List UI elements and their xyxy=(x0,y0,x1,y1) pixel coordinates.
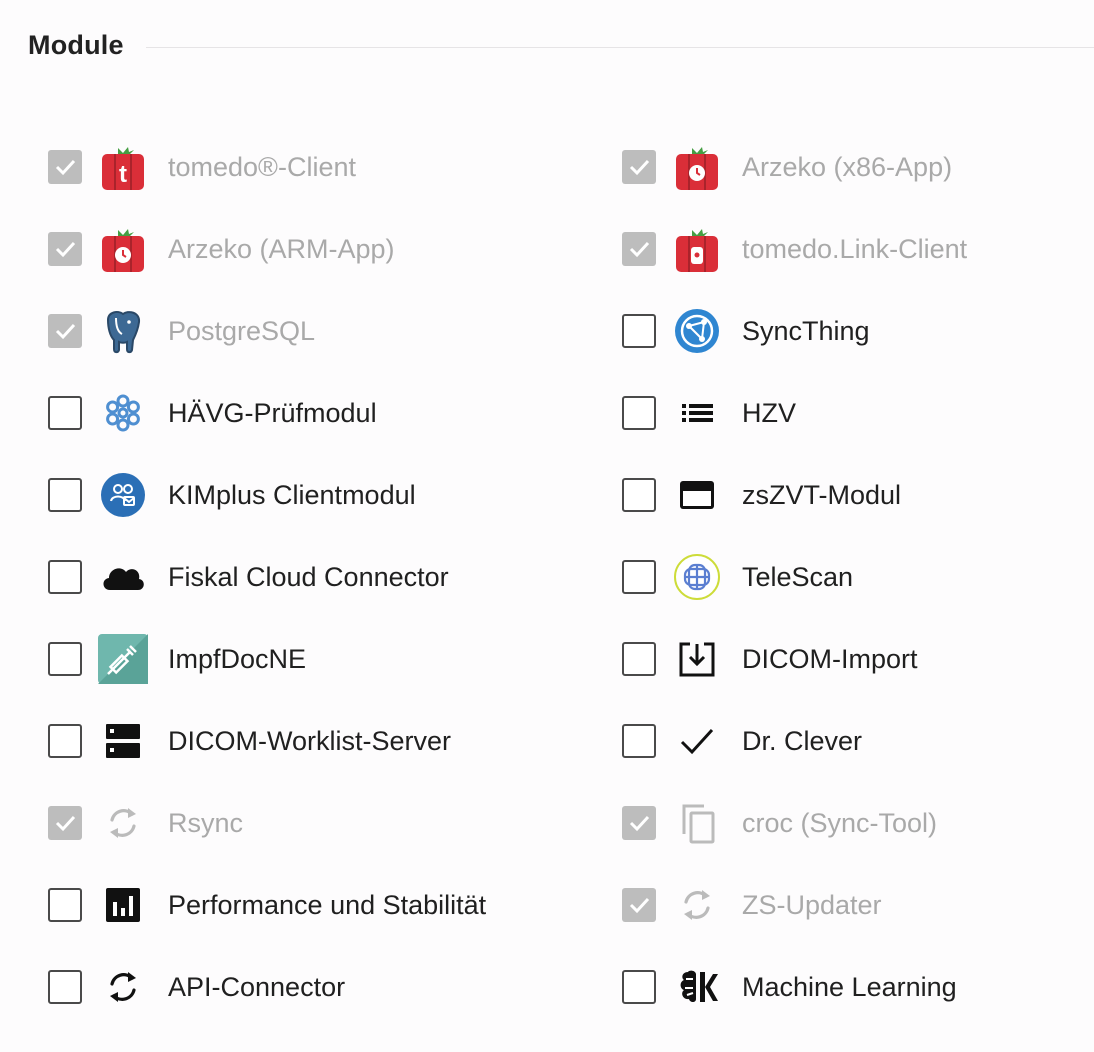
module-label: tomedo®-Client xyxy=(168,151,356,182)
module-item[interactable]: Dr. Clever xyxy=(622,700,1082,782)
module-item[interactable]: HÄVG-Prüfmodul xyxy=(48,372,508,454)
module-checkbox[interactable] xyxy=(622,724,656,758)
module-label: ImpfDocNE xyxy=(168,643,307,674)
module-label: DICOM-Import xyxy=(742,643,918,674)
module-label: Arzeko (ARM-App) xyxy=(168,233,395,264)
modules-section-header: Module xyxy=(28,26,1094,64)
module-label: SyncThing xyxy=(742,315,870,346)
server-icon xyxy=(98,716,148,766)
module-item[interactable]: SyncThing xyxy=(622,290,1082,372)
module-checkbox[interactable] xyxy=(48,642,82,676)
module-item: tomedo.Link-Client xyxy=(622,208,1082,290)
section-title: Module xyxy=(28,29,124,60)
module-checkbox xyxy=(48,232,82,266)
tomedo-link-icon xyxy=(672,224,722,274)
import-box-icon xyxy=(672,634,722,684)
tomedo-t-icon: t xyxy=(98,142,148,192)
module-checkbox[interactable] xyxy=(622,560,656,594)
tomedo-clock-icon xyxy=(98,224,148,274)
sync-arrows-icon xyxy=(98,798,148,848)
module-label: HZV xyxy=(742,397,796,428)
module-label: tomedo.Link-Client xyxy=(742,233,968,264)
module-checkbox[interactable] xyxy=(48,396,82,430)
copy-icon xyxy=(672,798,722,848)
module-checkbox xyxy=(622,150,656,184)
module-item: Rsync xyxy=(48,782,508,864)
module-checkbox xyxy=(48,150,82,184)
module-item[interactable]: zsZVT-Modul xyxy=(622,454,1082,536)
module-item[interactable]: API-Connector xyxy=(48,946,508,1028)
module-item[interactable]: Performance und Stabilität xyxy=(48,864,508,946)
module-item[interactable]: HZV xyxy=(622,372,1082,454)
module-item[interactable]: DICOM-Worklist-Server xyxy=(48,700,508,782)
module-item: PostgreSQL xyxy=(48,290,508,372)
module-checkbox xyxy=(48,806,82,840)
module-item: Arzeko (x86-App) xyxy=(622,126,1082,208)
module-label: TeleScan xyxy=(742,561,854,592)
module-item: t tomedo®-Client xyxy=(48,126,508,208)
module-checkbox[interactable] xyxy=(622,314,656,348)
module-checkbox[interactable] xyxy=(48,724,82,758)
list-icon xyxy=(672,388,722,438)
module-label: Fiskal Cloud Connector xyxy=(168,561,449,592)
module-item: croc (Sync-Tool) xyxy=(622,782,1082,864)
module-checkbox[interactable] xyxy=(622,970,656,1004)
module-item[interactable]: TeleScan xyxy=(622,536,1082,618)
svg-text:t: t xyxy=(119,161,127,188)
module-label: Arzeko (x86-App) xyxy=(742,151,953,182)
snowflake-icon xyxy=(98,388,148,438)
bar-chart-icon xyxy=(98,880,148,930)
module-label: HÄVG-Prüfmodul xyxy=(168,397,377,428)
module-label: API-Connector xyxy=(168,971,346,1002)
brain-icon xyxy=(672,962,722,1012)
module-checkbox[interactable] xyxy=(48,560,82,594)
sync-arrows-icon xyxy=(98,962,148,1012)
module-item[interactable]: ImpfDocNE xyxy=(48,618,508,700)
module-label: Dr. Clever xyxy=(742,725,863,756)
module-checkbox xyxy=(622,888,656,922)
kim-people-icon xyxy=(98,470,148,520)
module-item[interactable]: Fiskal Cloud Connector xyxy=(48,536,508,618)
module-checkbox[interactable] xyxy=(622,642,656,676)
module-checkbox xyxy=(622,806,656,840)
syringe-icon xyxy=(98,634,148,684)
postgresql-elephant-icon xyxy=(98,306,148,356)
module-label: DICOM-Worklist-Server xyxy=(168,725,451,756)
section-divider xyxy=(145,46,1094,48)
module-label: PostgreSQL xyxy=(168,315,316,346)
module-item: Arzeko (ARM-App) xyxy=(48,208,508,290)
module-label: zsZVT-Modul xyxy=(742,479,902,510)
module-checkbox[interactable] xyxy=(622,478,656,512)
syncthing-icon xyxy=(672,306,722,356)
tomedo-clock-icon xyxy=(672,142,722,192)
module-item[interactable]: Machine Learning xyxy=(622,946,1082,1028)
module-label: croc (Sync-Tool) xyxy=(742,807,938,838)
module-label: Performance und Stabilität xyxy=(168,889,487,920)
cloud-icon xyxy=(98,552,148,602)
sync-arrows-icon xyxy=(672,880,722,930)
module-checkbox[interactable] xyxy=(622,396,656,430)
module-item[interactable]: DICOM-Import xyxy=(622,618,1082,700)
module-checkbox[interactable] xyxy=(48,970,82,1004)
module-checkbox[interactable] xyxy=(48,478,82,512)
module-label: ZS-Updater xyxy=(742,889,882,920)
checkmark-icon xyxy=(672,716,722,766)
module-label: KIMplus Clientmodul xyxy=(168,479,416,510)
module-label: Machine Learning xyxy=(742,971,957,1002)
module-item[interactable]: KIMplus Clientmodul xyxy=(48,454,508,536)
credit-card-icon xyxy=(672,470,722,520)
module-label: Rsync xyxy=(168,807,244,838)
module-item: ZS-Updater xyxy=(622,864,1082,946)
module-checkbox xyxy=(622,232,656,266)
telescan-icon xyxy=(672,552,722,602)
module-checkbox[interactable] xyxy=(48,888,82,922)
module-checkbox xyxy=(48,314,82,348)
